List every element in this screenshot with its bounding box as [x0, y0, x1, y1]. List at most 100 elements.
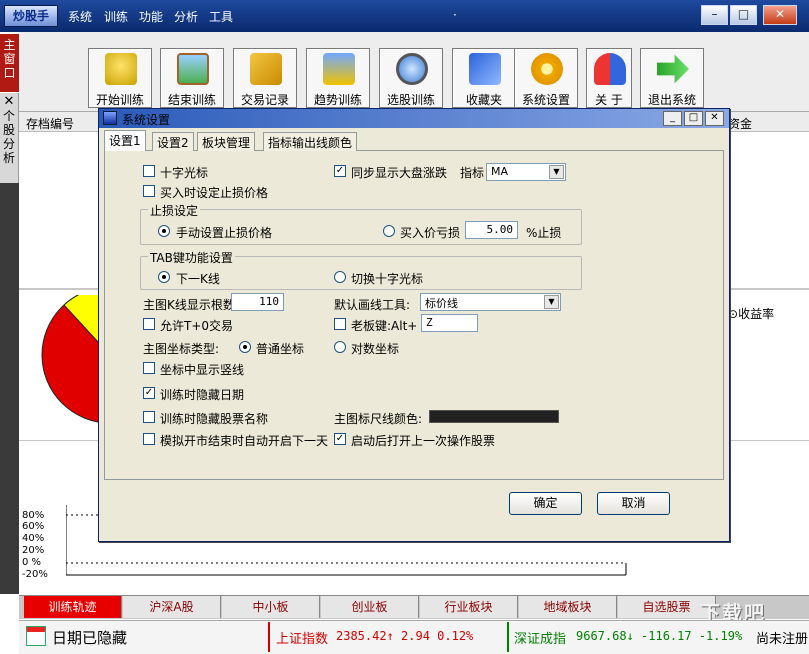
- next-kline-label: 下一K线: [176, 270, 220, 287]
- log-coord-label: 对数坐标: [351, 340, 399, 357]
- buy-price-loss-label: 买入价亏损: [400, 224, 460, 241]
- system-settings-button[interactable]: 系统设置: [514, 48, 578, 108]
- draw-tool-select[interactable]: 标价线 ▼: [420, 293, 561, 311]
- tab-block-management[interactable]: 板块管理: [197, 132, 255, 151]
- toggle-crosshair-radio[interactable]: [334, 271, 346, 283]
- maximize-button[interactable]: □: [730, 5, 757, 25]
- chevron-down-icon: ▼: [544, 295, 559, 309]
- ruler-color-swatch[interactable]: [429, 410, 559, 423]
- y-tick-40: 40%: [22, 533, 44, 544]
- allow-t0-checkbox[interactable]: [143, 318, 155, 330]
- sync-index-label: 同步显示大盘涨跌: [351, 164, 447, 181]
- stoploss-group-title: 止损设定: [148, 202, 200, 219]
- loss-percent-input[interactable]: 5.00: [465, 221, 518, 239]
- side-tab-stock-analysis[interactable]: ✕ 个股分析: [0, 93, 19, 183]
- boss-key-input[interactable]: Z: [421, 314, 478, 332]
- close-button[interactable]: ✕: [763, 5, 797, 25]
- tab-region[interactable]: 地域板块: [519, 596, 617, 618]
- about-button[interactable]: 关 于: [586, 48, 632, 108]
- ok-button[interactable]: 确定: [509, 492, 582, 515]
- y-tick-80: 80%: [22, 510, 44, 521]
- sz-index-name: 深证成指: [514, 628, 566, 647]
- stoploss-on-buy-checkbox[interactable]: [143, 185, 155, 197]
- allow-t0-label: 允许T+0交易: [160, 317, 233, 334]
- hide-date-checkbox[interactable]: ✓: [143, 387, 155, 399]
- close-icon[interactable]: ✕: [0, 95, 18, 109]
- hide-date-label: 训练时隐藏日期: [160, 386, 244, 403]
- log-coord-radio[interactable]: [334, 341, 346, 353]
- loss-suffix-label: %止损: [526, 224, 561, 241]
- open-last-stock-label: 启动后打开上一次操作股票: [351, 432, 495, 449]
- side-tab-main-window[interactable]: 主窗口: [0, 34, 19, 92]
- menu-analysis[interactable]: 分析: [174, 8, 198, 25]
- y-tick-60: 60%: [22, 521, 44, 532]
- menu-training[interactable]: 训练: [104, 8, 128, 25]
- tab-sh-sz-a-shares[interactable]: 沪深A股: [123, 596, 221, 618]
- app-logo: 炒股手: [4, 5, 58, 27]
- y-tick-neg20: -20%: [22, 569, 48, 580]
- indicator-select[interactable]: MA ▼: [486, 163, 566, 181]
- manual-stoploss-label: 手动设置止损价格: [176, 224, 272, 241]
- crosshair-checkbox[interactable]: [143, 165, 155, 177]
- kline-count-label: 主图K线显示根数: [143, 296, 235, 313]
- tab-industry[interactable]: 行业板块: [420, 596, 518, 618]
- y-tick-20: 20%: [22, 545, 44, 556]
- trade-records-button[interactable]: 交易记录: [233, 48, 297, 108]
- open-last-stock-checkbox[interactable]: ✓: [334, 433, 346, 445]
- dialog-minimize-button[interactable]: _: [663, 111, 682, 126]
- column-capital[interactable]: 资金: [728, 115, 752, 132]
- kline-count-input[interactable]: 110: [231, 293, 284, 311]
- tab-settings-1[interactable]: 设置1: [104, 130, 146, 151]
- minimize-button[interactable]: –: [701, 5, 728, 25]
- tab-key-group-title: TAB键功能设置: [148, 249, 235, 266]
- sh-index-values: 2385.42↑ 2.94 0.12%: [336, 629, 473, 643]
- toggle-crosshair-label: 切换十字光标: [351, 270, 423, 287]
- menu-system[interactable]: 系统: [68, 8, 92, 25]
- hide-stock-name-checkbox[interactable]: [143, 411, 155, 423]
- gear-icon: [531, 53, 563, 85]
- trend-training-button[interactable]: 趋势训练: [306, 48, 370, 108]
- show-vlines-label: 坐标中显示竖线: [160, 361, 244, 378]
- tab-training-track[interactable]: 训练轨迹: [24, 596, 122, 618]
- favorites-button[interactable]: 收藏夹: [452, 48, 516, 108]
- auto-next-day-label: 模拟开市结束时自动开启下一天: [160, 432, 328, 449]
- tab-chinext[interactable]: 创业板: [321, 596, 419, 618]
- coins-icon: [105, 53, 137, 85]
- y-tick-0: 0 %: [22, 557, 41, 568]
- dialog-close-button[interactable]: ✕: [705, 111, 724, 126]
- magnifier-icon: [396, 53, 428, 85]
- tab-sme-board[interactable]: 中小板: [222, 596, 320, 618]
- menu-separator-dot: ·: [453, 8, 457, 22]
- menu-tools[interactable]: 工具: [209, 8, 233, 25]
- dialog-maximize-button[interactable]: □: [684, 111, 703, 126]
- boss-key-checkbox[interactable]: [334, 318, 346, 330]
- app-icon: [103, 111, 117, 125]
- normal-coord-label: 普通坐标: [256, 340, 304, 357]
- yield-rate-label: ⊙收益率: [728, 305, 774, 322]
- start-training-button[interactable]: 开始训练: [88, 48, 152, 108]
- column-archive-no[interactable]: 存档编号: [26, 115, 74, 132]
- show-vlines-checkbox[interactable]: [143, 362, 155, 374]
- side-panel-filler: [0, 183, 19, 594]
- buy-price-loss-radio[interactable]: [383, 225, 395, 237]
- easel-icon: [177, 53, 209, 85]
- box-icon: [250, 53, 282, 85]
- sync-index-checkbox[interactable]: ✓: [334, 165, 346, 177]
- cancel-button[interactable]: 取消: [597, 492, 670, 515]
- sh-index-name: 上证指数: [276, 628, 328, 647]
- end-training-button[interactable]: 结束训练: [160, 48, 224, 108]
- next-kline-radio[interactable]: [158, 271, 170, 283]
- sz-index-values: 9667.68↓ -116.17 -1.19%: [576, 629, 742, 643]
- tab-settings-2[interactable]: 设置2: [152, 132, 194, 151]
- normal-coord-radio[interactable]: [239, 341, 251, 353]
- auto-next-day-checkbox[interactable]: [143, 433, 155, 445]
- star-folder-icon: [469, 53, 501, 85]
- tab-indicator-line-colors[interactable]: 指标输出线颜色: [263, 132, 357, 151]
- boss-key-label: 老板键:Alt+: [351, 317, 417, 334]
- manual-stoploss-radio[interactable]: [158, 225, 170, 237]
- stock-pick-training-button[interactable]: 选股训练: [379, 48, 443, 108]
- menu-function[interactable]: 功能: [139, 8, 163, 25]
- chevron-down-icon: ▼: [549, 165, 564, 179]
- exit-system-button[interactable]: 退出系统: [640, 48, 704, 108]
- watermark: 下载吧: [700, 597, 805, 618]
